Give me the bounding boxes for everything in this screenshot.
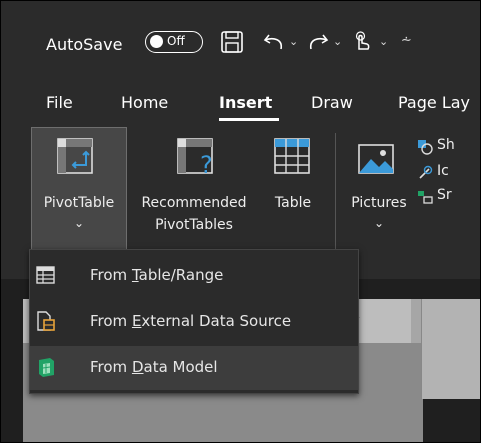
touch-mode-icon[interactable] [349, 29, 375, 55]
recommended-pivottables-label-2[interactable]: PivotTables [129, 215, 259, 235]
smartart-label[interactable]: Sr [437, 185, 452, 205]
data-model-icon [39, 358, 54, 377]
shapes-icon[interactable] [417, 139, 433, 155]
menu-item-from-table-range[interactable]: From Table/Range [30, 254, 358, 298]
pivottable-label: PivotTable [43, 195, 115, 211]
ribbon-divider [335, 133, 336, 259]
table-icon[interactable] [273, 137, 313, 177]
menu-item-label: From Data Model [90, 358, 218, 376]
menu-item-from-data-model[interactable]: From Data Model [30, 346, 358, 390]
tab-draw[interactable]: Draw [311, 93, 353, 112]
table-icon [36, 266, 55, 284]
tab-page-layout[interactable]: Page Lay [398, 93, 470, 112]
tab-insert[interactable]: Insert [219, 93, 272, 112]
ribbon-tabs: File Home Insert Draw Page Lay [1, 81, 480, 127]
active-tab-indicator [219, 118, 279, 121]
autosave-label: AutoSave [46, 35, 123, 54]
pictures-icon[interactable] [357, 141, 397, 177]
toggle-state: Off [167, 34, 185, 48]
recommended-pivottables-label-1[interactable]: Recommended [129, 193, 259, 213]
redo-icon[interactable] [305, 29, 331, 55]
external-data-icon [37, 311, 55, 331]
touch-caret-icon[interactable]: ⌄ [379, 35, 388, 48]
save-icon[interactable] [219, 29, 245, 55]
menu-item-label: From External Data Source [90, 312, 292, 330]
menu-item-label: From Table/Range [90, 266, 224, 284]
redo-caret-icon[interactable]: ⌄ [333, 35, 342, 48]
icons-icon[interactable] [417, 165, 433, 181]
pivottable-dropdown-menu: From Table/Range From External Data Sour… [29, 249, 359, 394]
customize-toolbar-icon[interactable]: ⩪ [401, 33, 412, 48]
pivottable-icon [57, 138, 93, 174]
excel-window: AutoSave Off ⌄ ⌄ ⌄ ⩪ File Home Insert Dr… [0, 0, 481, 443]
pictures-label[interactable]: Pictures [349, 193, 409, 213]
menu-item-from-external-data-source[interactable]: From External Data Source [30, 300, 358, 344]
toggle-knob [150, 35, 163, 48]
icons-label[interactable]: Ic [437, 161, 449, 181]
autosave-toggle[interactable]: Off [145, 31, 203, 53]
smartart-icon[interactable] [417, 189, 433, 205]
shapes-label[interactable]: Sh [437, 135, 455, 155]
pivottable-caret-icon: ⌄ [73, 216, 85, 230]
title-bar: AutoSave Off ⌄ ⌄ ⌄ ⩪ [1, 1, 480, 81]
tab-home[interactable]: Home [121, 93, 168, 112]
tab-file[interactable]: File [46, 93, 73, 112]
recommended-pivottables-icon[interactable]: ? [176, 137, 220, 177]
svg-text:?: ? [200, 151, 213, 177]
formula-input[interactable] [421, 299, 480, 399]
undo-caret-icon[interactable]: ⌄ [289, 35, 298, 48]
table-label[interactable]: Table [263, 193, 323, 213]
pictures-caret-icon[interactable]: ⌄ [349, 213, 409, 233]
undo-icon[interactable] [261, 29, 287, 55]
